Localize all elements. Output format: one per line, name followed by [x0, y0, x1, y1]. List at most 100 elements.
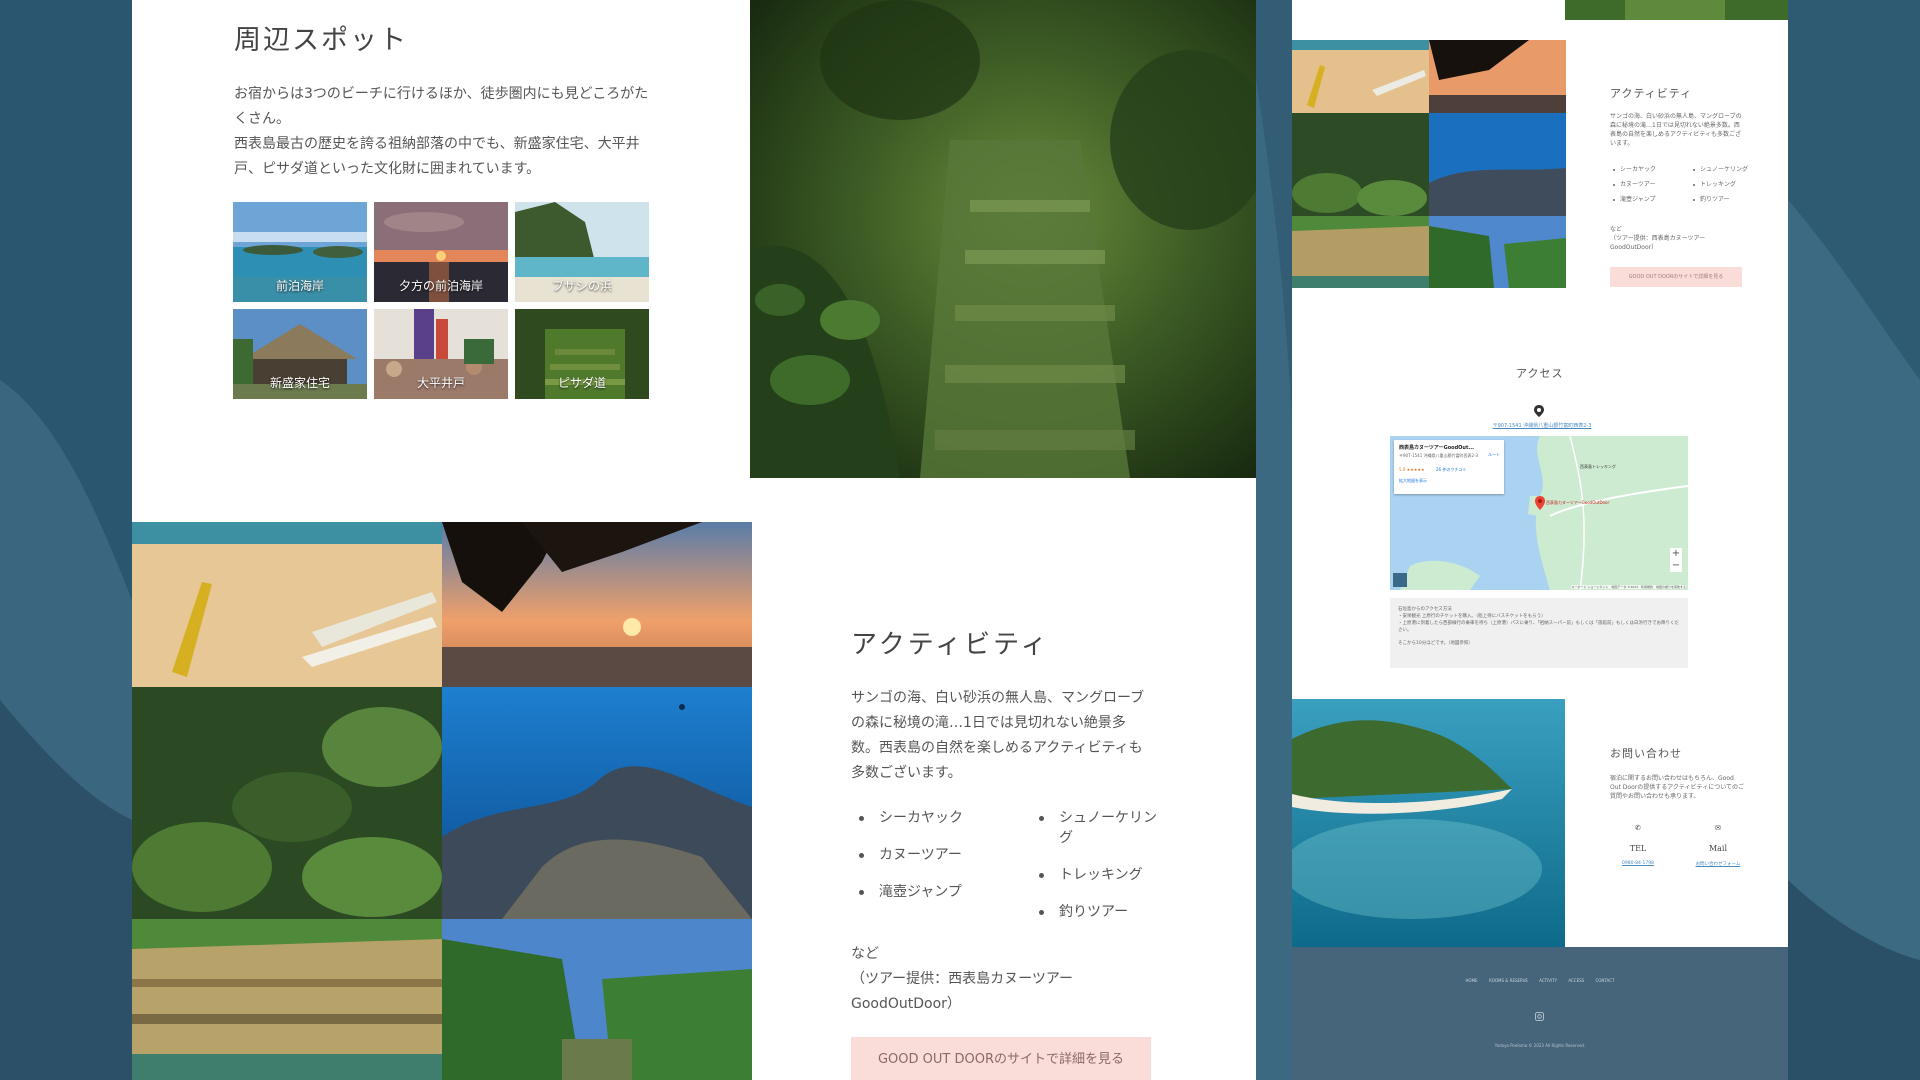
access-info-line: ・安栄観光 上原行のチケットを購入。（船上待にバスチケットをもらう）: [1398, 614, 1546, 619]
map-card-reviews[interactable]: 26 件のクチコミ: [1436, 467, 1466, 473]
mini-activity-list-left: シーカヤック カヌーツアー 滝壺ジャンプ: [1610, 166, 1690, 211]
map-card-rating: 5.0 ★★★★★: [1399, 467, 1425, 472]
map-card-address: 〒907-1541 沖縄県八重山郡竹富町西表2-3: [1399, 453, 1479, 458]
mini-activity-title: アクティビティ: [1610, 87, 1693, 100]
spots-description: お宿からは3つのビーチに行けるほか、徒歩圏内にも見どころがたくさん。 西表島最古…: [234, 82, 650, 182]
activity-title: アクティビティ: [851, 630, 1050, 660]
mini-activity-note: など （ツアー提供：西表島カヌーツアーGoodOutDoor）: [1610, 225, 1744, 252]
mini-activity-description: サンゴの海、白い砂浜の無人島、マングローブの森に秘境の滝…1日では見切れない絶景…: [1610, 113, 1742, 147]
activity-description: サンゴの海、白い砂浜の無人島、マングローブの森に秘境の滝…1日では見切れない絶景…: [851, 690, 1145, 781]
spot-thumb-pisada[interactable]: ピサダ道: [515, 309, 649, 399]
mail-label: Mail: [1708, 844, 1728, 853]
thumb-caption: 夕方の前泊海岸: [398, 279, 483, 293]
spots-text-1: お宿からは3つのビーチに行けるほか、徒歩圏内にも見どころがたくさん。: [234, 86, 649, 127]
forest-strip-photo: [1565, 0, 1788, 20]
spot-thumb-sunset[interactable]: 夕方の前泊海岸: [374, 202, 508, 302]
footer-nav: HOME ROOMS & RESERVE ACTIVITY ACCESS CON…: [1292, 978, 1788, 983]
thumb-caption: 大平井戸: [416, 376, 465, 390]
map-label-primary: 西表島カヌーツアーGoodOutDoor: [1546, 500, 1610, 505]
phone-icon: ✆: [1635, 824, 1641, 832]
footer-link-access[interactable]: ACCESS: [1568, 978, 1584, 983]
mini-goodoutdoor-button[interactable]: GOOD OUT DOORのサイトで詳細を見る: [1610, 267, 1742, 287]
list-item: 滝壺ジャンプ: [851, 882, 1021, 902]
activity-list-left: シーカヤック カヌーツアー 滝壺ジャンプ: [851, 808, 1021, 919]
instagram-icon[interactable]: [1535, 1012, 1544, 1021]
mangrove-river-photo: [442, 919, 752, 1080]
zoom-in-icon[interactable]: +: [1670, 548, 1682, 560]
note-line-1: など: [851, 946, 879, 962]
mini-coral-photo: [1429, 113, 1566, 216]
map-layers-thumbnail[interactable]: [1393, 573, 1407, 587]
thumb-caption: 前泊海岸: [275, 279, 324, 293]
site-footer: HOME ROOMS & RESERVE ACTIVITY ACCESS CON…: [1292, 947, 1788, 1080]
island-aerial-photo: [1292, 699, 1565, 947]
note-line-1: など: [1610, 226, 1623, 233]
footer-link-rooms[interactable]: ROOMS & RESERVE: [1489, 978, 1528, 983]
map-label-secondary: 西表島トレッキング: [1580, 464, 1616, 469]
map-info-card: 西表島カヌーツアーGoodOut... 〒907-1541 沖縄県八重山郡竹富町…: [1394, 440, 1504, 494]
spot-thumb-shinmori[interactable]: 新盛家住宅: [233, 309, 367, 399]
list-item: カヌーツアー: [851, 845, 1021, 865]
mini-cliff-photo: [1292, 216, 1429, 288]
address-link[interactable]: 〒907-1541 沖縄県八重山郡竹富町西表2-3: [1432, 422, 1652, 431]
list-item: シュノーケリング: [1031, 808, 1161, 848]
footer-link-home[interactable]: HOME: [1466, 978, 1478, 983]
mail-icon: ✉: [1715, 824, 1721, 832]
mossy-rocks-photo: [132, 687, 442, 919]
copyright: Yadoya Poeloma © 2023 All Rights Reserve…: [1494, 1043, 1586, 1048]
list-item: 釣りツアー: [1690, 196, 1750, 204]
list-item: 釣りツアー: [1031, 902, 1161, 922]
access-info-lines: 石垣島からのアクセス方法 ・安栄観光 上原行のチケットを購入。（船上待にバスチケ…: [1398, 606, 1680, 647]
zoom-out-icon[interactable]: −: [1670, 560, 1682, 572]
tel-label: TEL: [1629, 844, 1647, 853]
spot-thumb-ohiraido[interactable]: 大平井戸: [374, 309, 508, 399]
thumb-caption: ブザシの浜: [551, 279, 612, 293]
access-info-line: ・上原港に到着したら西部線行の乗車を待ち（上原港）バスに乗り、「祖納スーパー前」…: [1398, 621, 1680, 633]
coral-reef-photo: [442, 687, 752, 919]
mini-rocks-photo: [1292, 113, 1429, 216]
access-info-box: 石垣島からのアクセス方法 ・安栄観光 上原行のチケットを購入。（船上待にバスチケ…: [1390, 598, 1688, 668]
page-preview-right: アクティビティ サンゴの海、白い砂浜の無人島、マングローブの森に秘境の滝…1日で…: [1292, 0, 1788, 1080]
tel-link[interactable]: 0980-84-1798: [1610, 861, 1666, 866]
footer-link-contact[interactable]: CONTACT: [1595, 978, 1614, 983]
access-title: アクセス: [1516, 367, 1564, 380]
activity-note: など （ツアー提供：西表島カヌーツアーGoodOutDoor）: [851, 942, 1111, 1017]
map-route-link[interactable]: ルート: [1488, 452, 1500, 458]
list-item: カヌーツアー: [1610, 181, 1690, 189]
footer-link-activity[interactable]: ACTIVITY: [1539, 978, 1557, 983]
list-item: シュノーケリング: [1690, 166, 1750, 174]
access-info-line: そこから10分ほどです。（地図参照）: [1398, 641, 1473, 646]
kayak-beach-photo: [132, 522, 442, 687]
contact-description: 宿泊に関するお問い合わせはもちろん、Good Out Doorの提供するアクティ…: [1610, 775, 1745, 800]
spots-text-2: 西表島最古の歴史を誇る祖納部落の中でも、新盛家住宅、大平井戸、ピサダ道といった文…: [234, 136, 640, 177]
spot-thumb-buzashi[interactable]: ブザシの浜: [515, 202, 649, 302]
list-item: トレッキング: [1690, 181, 1750, 189]
list-item: シーカヤック: [1610, 166, 1690, 174]
list-item: シーカヤック: [851, 808, 1021, 828]
list-item: トレッキング: [1031, 865, 1161, 885]
mini-mangrove-photo: [1429, 216, 1566, 288]
forest-path-hero-photo: [750, 0, 1256, 478]
google-map[interactable]: 西表島カヌーツアーGoodOut... 〒907-1541 沖縄県八重山郡竹富町…: [1390, 436, 1688, 590]
map-card-enlarge-link[interactable]: 拡大地図を表示: [1399, 478, 1427, 484]
mini-kayak-photo: [1292, 40, 1429, 113]
mini-sunset-photo: [1429, 40, 1566, 113]
map-pin-icon: [1534, 405, 1544, 417]
contact-title: お問い合わせ: [1610, 747, 1682, 760]
contact-form-link[interactable]: お問い合わせフォーム: [1690, 861, 1746, 867]
note-line-2: （ツアー提供：西表島カヌーツアーGoodOutDoor）: [851, 971, 1074, 1012]
spot-thumb-maedomari[interactable]: 前泊海岸: [233, 202, 367, 302]
page-preview-left: 周辺スポット お宿からは3つのビーチに行けるほか、徒歩圏内にも見どころがたくさん…: [132, 0, 1256, 1080]
sunset-palm-photo: [442, 522, 752, 687]
sea-cliff-photo: [132, 919, 442, 1080]
list-item: 滝壺ジャンプ: [1610, 196, 1690, 204]
activity-list-right: シュノーケリング トレッキング 釣りツアー: [1031, 808, 1161, 939]
goodoutdoor-details-button[interactable]: GOOD OUT DOORのサイトで詳細を見る: [851, 1037, 1151, 1080]
thumb-caption: ピサダ道: [557, 376, 606, 390]
thumb-caption: 新盛家住宅: [269, 376, 330, 390]
spots-title: 周辺スポット: [234, 25, 408, 56]
map-marker-icon[interactable]: [1535, 496, 1545, 510]
map-zoom-controls[interactable]: + −: [1670, 548, 1682, 572]
map-footer-attribution: キーボード ショートカット 地図データ ©2023 利用規約 地図の誤りを報告す…: [1571, 585, 1686, 589]
access-info-line: 石垣島からのアクセス方法: [1398, 607, 1452, 612]
